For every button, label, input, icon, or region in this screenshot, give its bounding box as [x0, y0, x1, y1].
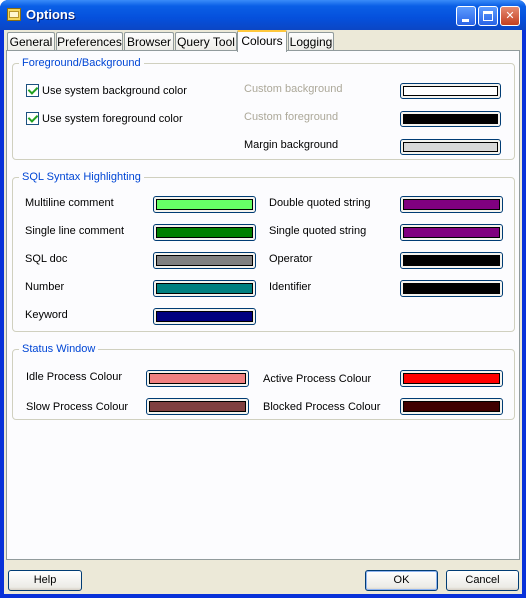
sql-syntax-title: SQL Syntax Highlighting — [19, 170, 144, 184]
cancel-button[interactable]: Cancel — [446, 570, 519, 591]
tab-preferences[interactable]: Preferences — [56, 32, 123, 51]
margin-background-label: Margin background — [244, 139, 339, 151]
use-system-fg-label[interactable]: Use system foreground color — [42, 112, 183, 126]
custom-background-label: Custom background — [244, 83, 343, 95]
options-window-icon — [7, 8, 21, 21]
window-title: Options — [26, 7, 76, 22]
help-button[interactable]: Help — [8, 570, 82, 591]
sql-syntax-group: SQL Syntax Highlighting Multiline commen… — [12, 170, 515, 332]
idle-process-label: Idle Process Colour — [26, 371, 122, 383]
number-swatch[interactable] — [153, 280, 256, 297]
title-bar[interactable]: Options ✕ — [0, 0, 526, 30]
slow-process-swatch[interactable] — [146, 398, 249, 415]
maximize-icon[interactable] — [478, 6, 498, 26]
ok-button[interactable]: OK — [365, 570, 438, 591]
idle-process-swatch[interactable] — [146, 370, 249, 387]
margin-background-swatch[interactable] — [400, 139, 501, 155]
close-icon[interactable]: ✕ — [500, 6, 520, 26]
operator-swatch[interactable] — [400, 252, 503, 269]
custom-background-swatch[interactable] — [400, 83, 501, 99]
number-label: Number — [25, 281, 65, 293]
tab-browser[interactable]: Browser — [124, 32, 174, 51]
identifier-swatch[interactable] — [400, 280, 503, 297]
double-quoted-string-swatch[interactable] — [400, 196, 503, 213]
use-system-fg-checkbox[interactable] — [26, 112, 39, 125]
slow-process-label: Slow Process Colour — [26, 401, 129, 413]
blocked-process-label: Blocked Process Colour — [263, 401, 381, 413]
status-window-title: Status Window — [19, 342, 99, 356]
single-quoted-string-swatch[interactable] — [400, 224, 503, 241]
custom-foreground-swatch[interactable] — [400, 111, 501, 127]
single-quoted-string-label: Single quoted string — [269, 225, 367, 237]
blocked-process-swatch[interactable] — [400, 398, 503, 415]
foreground-background-group: Foreground/Background Use system backgro… — [12, 56, 515, 160]
operator-label: Operator — [269, 253, 313, 265]
single-line-comment-label: Single line comment — [25, 225, 125, 237]
minimize-icon[interactable] — [456, 6, 476, 26]
identifier-label: Identifier — [269, 281, 312, 293]
tab-logging[interactable]: Logging — [288, 32, 334, 51]
status-window-group: Status Window Idle Process Colour Slow P… — [12, 342, 515, 420]
foreground-background-title: Foreground/Background — [19, 56, 144, 70]
tab-query-tool[interactable]: Query Tool — [175, 32, 237, 51]
colours-tab-panel: Foreground/Background Use system backgro… — [6, 50, 520, 560]
options-window: Options ✕ General Preferences Browser Qu… — [0, 0, 526, 598]
active-process-swatch[interactable] — [400, 370, 503, 387]
tab-colours[interactable]: Colours — [237, 30, 287, 52]
keyword-swatch[interactable] — [153, 308, 256, 325]
use-system-bg-label[interactable]: Use system background color — [42, 84, 187, 98]
tab-general[interactable]: General — [7, 32, 55, 51]
active-process-label: Active Process Colour — [263, 373, 372, 385]
dialog-client: General Preferences Browser Query Tool C… — [4, 30, 522, 594]
use-system-bg-checkbox[interactable] — [26, 84, 39, 97]
multiline-comment-swatch[interactable] — [153, 196, 256, 213]
custom-foreground-label: Custom foreground — [244, 111, 339, 123]
double-quoted-string-label: Double quoted string — [269, 197, 371, 209]
single-line-comment-swatch[interactable] — [153, 224, 256, 241]
sql-doc-label: SQL doc — [25, 253, 68, 265]
sql-doc-swatch[interactable] — [153, 252, 256, 269]
multiline-comment-label: Multiline comment — [25, 197, 114, 209]
keyword-label: Keyword — [25, 309, 68, 321]
